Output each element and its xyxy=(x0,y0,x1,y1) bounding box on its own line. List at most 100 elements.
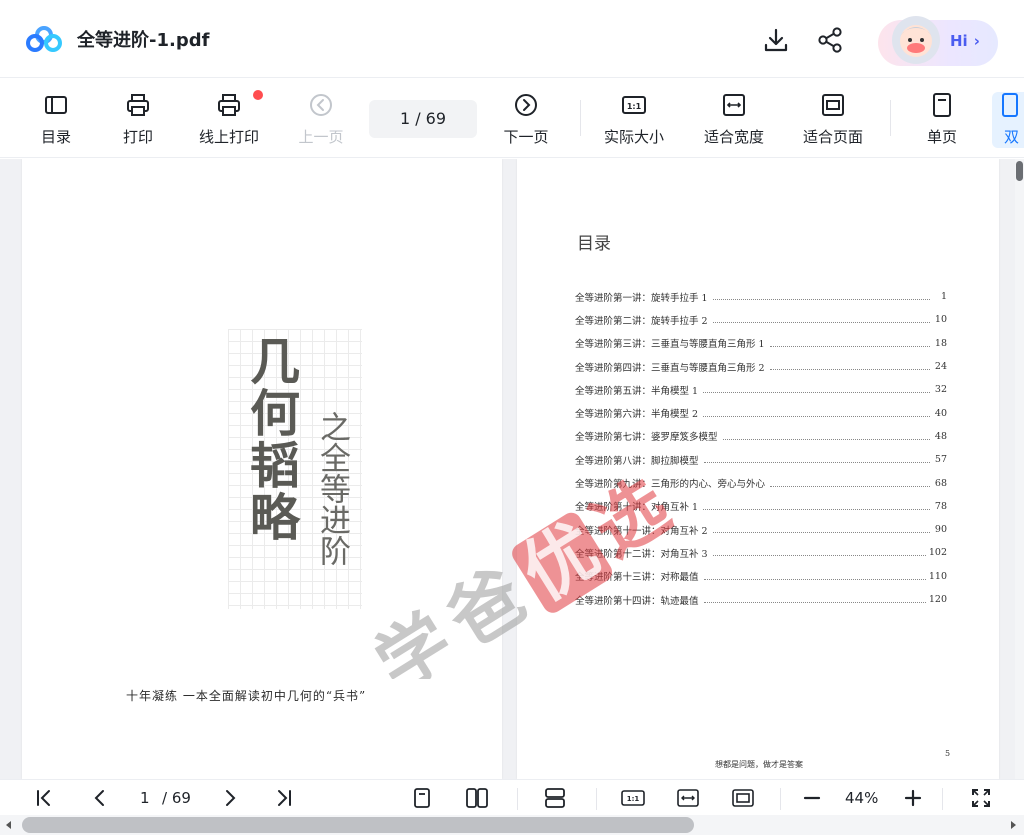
fit-width-icon[interactable] xyxy=(676,786,700,810)
toc-entry-title: 全等进阶第七讲：婆罗摩笈多模型 xyxy=(575,432,718,444)
scroll-right-arrow-icon[interactable] xyxy=(1008,820,1018,830)
share-icon[interactable] xyxy=(816,26,844,54)
toc-entry-title: 全等进阶第九讲：三角形的内心、旁心与外心 xyxy=(575,479,766,491)
fit-page-icon xyxy=(822,94,844,116)
double-page-button[interactable]: 双 xyxy=(992,92,1024,148)
toc-entry[interactable]: 全等进阶第九讲：三角形的内心、旁心与外心 68 xyxy=(575,471,947,494)
toc-leader-dots xyxy=(703,508,930,510)
zoom-level: 44% xyxy=(845,789,879,807)
toolbar-divider xyxy=(890,100,891,136)
toc-entry[interactable]: 全等进阶第十三讲：对称最值 110 xyxy=(575,565,947,588)
toc-entry-title: 全等进阶第五讲：半角模型 1 xyxy=(575,385,699,397)
toc-entry-title: 全等进阶第四讲：三垂直与等腰直角三角形 2 xyxy=(575,362,765,374)
pdf-page-cover: 几何韬略 之全等进阶 十年凝练 一本全面解读初中几何的“兵书” xyxy=(22,159,502,779)
online-print-button[interactable]: 线上打印 xyxy=(189,92,269,148)
toc-entry-page: 1 xyxy=(940,291,947,303)
fullscreen-icon[interactable] xyxy=(969,786,993,810)
pdf-footer-note: 想都是问题，做才是答案 xyxy=(715,760,803,769)
toc-entry-title: 全等进阶第十四讲：轨迹最值 xyxy=(575,595,699,607)
toc-entry-page: 40 xyxy=(934,407,947,419)
print-button[interactable]: 打印 xyxy=(98,92,178,148)
toc-leader-dots xyxy=(703,415,930,417)
toc-leader-dots xyxy=(703,578,926,580)
continuous-scroll-icon[interactable] xyxy=(543,786,567,810)
toolbar: 目录 打印 线上打印 上一页 下一页 1:1 实际大小 适合宽度 适合页面 单页… xyxy=(0,80,1024,158)
actual-size-icon[interactable]: 1:1 xyxy=(621,786,645,810)
prev-page-button[interactable]: 上一页 xyxy=(281,92,361,148)
page-indicator[interactable]: 1 / 69 xyxy=(369,100,477,138)
horizontal-scrollbar[interactable] xyxy=(0,815,1024,835)
toc-entry-page: 78 xyxy=(934,500,947,512)
toc-entry-title: 全等进阶第十讲：对角互补 1 xyxy=(575,502,699,514)
toc-entry[interactable]: 全等进阶第二讲：旋转手拉手 2 10 xyxy=(575,308,947,331)
toc-entry[interactable]: 全等进阶第四讲：三垂直与等腰直角三角形 2 24 xyxy=(575,355,947,378)
svg-text:1:1: 1:1 xyxy=(627,102,642,111)
fit-page-icon[interactable] xyxy=(731,786,755,810)
toc-leader-dots xyxy=(712,299,930,301)
fit-page-button[interactable]: 适合页面 xyxy=(793,92,873,148)
bottom-page-current[interactable]: 1 xyxy=(140,789,150,807)
hi-label[interactable]: Hi › xyxy=(950,32,980,50)
zoom-in-icon[interactable] xyxy=(901,786,925,810)
toc-leader-dots xyxy=(703,392,930,394)
horizontal-scrollbar-thumb[interactable] xyxy=(22,817,694,833)
toc-leader-dots xyxy=(722,438,930,440)
title-bar: 全等进阶-1.pdf Hi › xyxy=(0,0,1024,78)
toc-entry[interactable]: 全等进阶第八讲：脚拉脚模型 57 xyxy=(575,448,947,471)
bottom-divider xyxy=(517,788,518,810)
double-page-icon xyxy=(1002,93,1018,117)
toc-entry-title: 全等进阶第六讲：半角模型 2 xyxy=(575,409,699,421)
toc-entry[interactable]: 全等进阶第十二讲：对角互补 3 102 xyxy=(575,541,947,564)
single-page-button[interactable]: 单页 xyxy=(902,92,982,148)
vertical-scrollbar[interactable] xyxy=(1015,159,1024,779)
toc-button[interactable]: 目录 xyxy=(16,92,96,148)
chevron-left-icon[interactable] xyxy=(88,786,112,810)
vertical-scrollbar-thumb[interactable] xyxy=(1016,161,1023,181)
first-page-icon[interactable] xyxy=(32,786,56,810)
cover-subtitle: 之全等进阶 xyxy=(314,411,350,566)
actual-size-button[interactable]: 1:1 实际大小 xyxy=(594,92,674,148)
pdf-page-number: 5 xyxy=(945,749,951,758)
cover-main-title: 几何韬略 xyxy=(242,335,301,543)
toc-leader-dots xyxy=(770,485,930,487)
toc-entry[interactable]: 全等进阶第五讲：半角模型 1 32 xyxy=(575,378,947,401)
toc-entry[interactable]: 全等进阶第六讲：半角模型 2 40 xyxy=(575,401,947,424)
toc-entry-page: 68 xyxy=(934,477,947,489)
toc-entry-title: 全等进阶第三讲：三垂直与等腰直角三角形 1 xyxy=(575,339,765,351)
single-page-view-icon[interactable] xyxy=(410,786,434,810)
fit-width-button[interactable]: 适合宽度 xyxy=(694,92,774,148)
toc-entry-title: 全等进阶第十一讲：对角互补 2 xyxy=(575,525,708,537)
toc-entry[interactable]: 全等进阶第十四讲：轨迹最值 120 xyxy=(575,588,947,611)
assistant-avatar-icon[interactable] xyxy=(886,10,946,70)
baidu-netdisk-logo xyxy=(26,26,62,52)
toc-entry-title: 全等进阶第八讲：脚拉脚模型 xyxy=(575,455,699,467)
toc-entry[interactable]: 全等进阶第十讲：对角互补 1 78 xyxy=(575,495,947,518)
zoom-out-icon[interactable] xyxy=(800,786,824,810)
chevron-right-circle-icon xyxy=(515,94,537,116)
toc-leader-dots xyxy=(769,345,930,347)
bottom-page-total: / 69 xyxy=(162,789,191,807)
fit-width-icon xyxy=(723,94,745,116)
double-page-view-icon[interactable] xyxy=(465,786,489,810)
toc-entry-title: 全等进阶第十二讲：对角互补 3 xyxy=(575,548,708,560)
toc-leader-dots xyxy=(712,555,926,557)
toc-leader-dots xyxy=(703,602,926,603)
printer-icon xyxy=(127,94,149,116)
document-viewer[interactable]: 几何韬略 之全等进阶 十年凝练 一本全面解读初中几何的“兵书” 目录 全等进阶第… xyxy=(0,159,1024,779)
pdf-page-toc: 目录 全等进阶第一讲：旋转手拉手 1 1 全等进阶第二讲：旋转手拉手 2 10 全等进阶… xyxy=(517,159,999,779)
last-page-icon[interactable] xyxy=(272,786,296,810)
toc-entry[interactable]: 全等进阶第十一讲：对角互补 2 90 xyxy=(575,518,947,541)
sidebar-icon xyxy=(45,96,67,114)
download-icon[interactable] xyxy=(762,26,790,54)
svg-text:1:1: 1:1 xyxy=(627,795,640,803)
notification-dot xyxy=(253,90,263,100)
next-page-button[interactable]: 下一页 xyxy=(486,92,566,148)
toc-entry[interactable]: 全等进阶第三讲：三垂直与等腰直角三角形 1 18 xyxy=(575,332,947,355)
toc-leader-dots xyxy=(769,369,930,371)
chevron-right-icon[interactable] xyxy=(218,786,242,810)
scroll-left-arrow-icon[interactable] xyxy=(4,820,14,830)
toc-entry[interactable]: 全等进阶第一讲：旋转手拉手 1 1 xyxy=(575,285,947,308)
toc-entry[interactable]: 全等进阶第七讲：婆罗摩笈多模型 48 xyxy=(575,425,947,448)
chevron-right-icon: › xyxy=(973,32,980,50)
toc-entry-page: 102 xyxy=(928,547,947,559)
